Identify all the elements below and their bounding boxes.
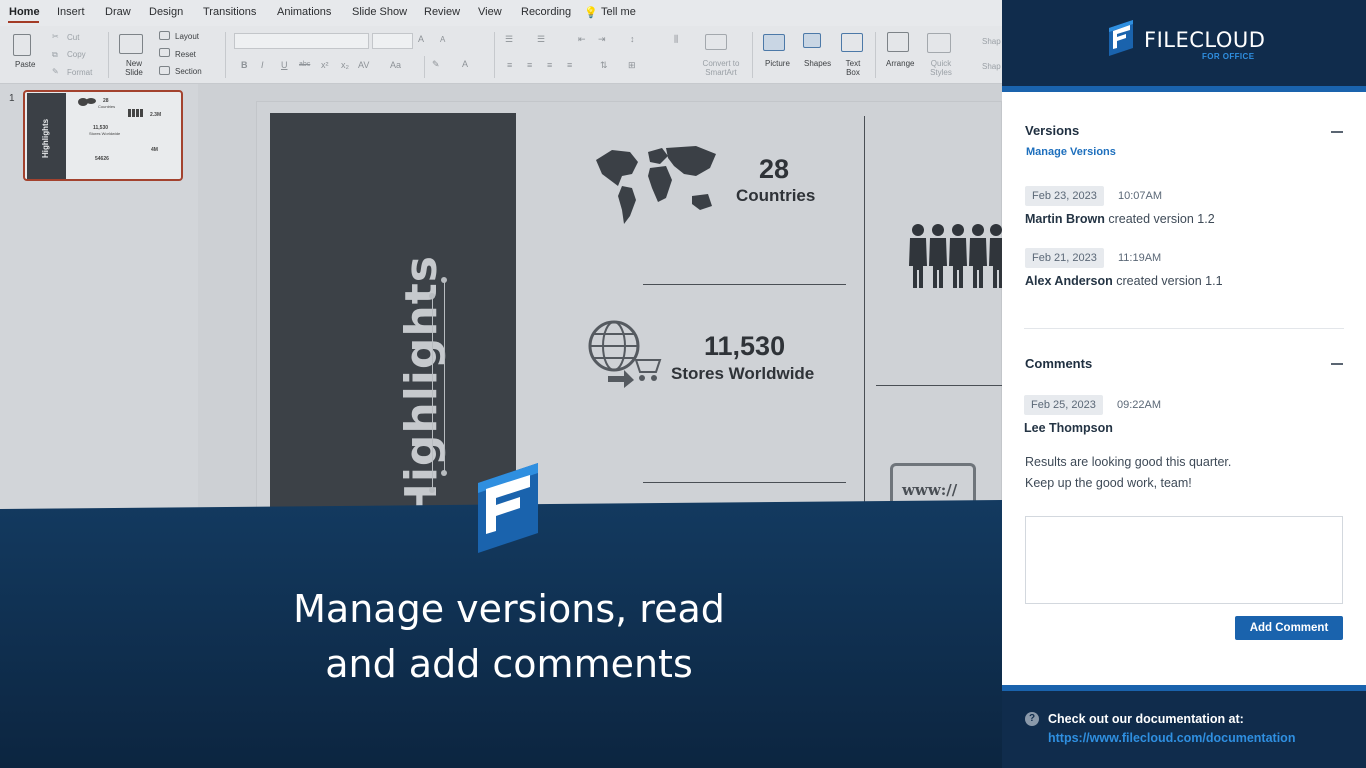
version-action: created version 1.1 (1116, 274, 1223, 288)
filecloud-logo-icon (478, 463, 538, 553)
comment-date-badge: Feb 25, 2023 (1024, 395, 1103, 415)
version-entry: Martin Brown created version 1.2 (1025, 212, 1215, 226)
help-icon: ? (1025, 712, 1039, 726)
version-date-badge: Feb 23, 2023 (1025, 186, 1104, 206)
version-user: Martin Brown (1025, 212, 1105, 226)
comment-input[interactable] (1025, 516, 1343, 604)
promo-line-2: and add comments (325, 642, 693, 686)
documentation-link[interactable]: https://www.filecloud.com/documentation (1048, 731, 1295, 745)
comment-line: Results are looking good this quarter. (1025, 455, 1232, 469)
brand-wordmark: FILECLOUD (1144, 28, 1266, 52)
version-entry: Alex Anderson created version 1.1 (1025, 274, 1223, 288)
documentation-text: Check out our documentation at: (1048, 712, 1244, 726)
comment-user: Lee Thompson (1024, 421, 1113, 435)
panel-footer: ? Check out our documentation at: https:… (1002, 691, 1366, 768)
versions-title: Versions (1025, 123, 1080, 138)
comment-body: Results are looking good this quarter. K… (1025, 452, 1345, 494)
section-divider (1024, 328, 1344, 329)
comments-title: Comments (1025, 356, 1093, 371)
version-time: 10:07AM (1118, 190, 1163, 202)
manage-versions-link[interactable]: Manage Versions (1026, 146, 1116, 158)
promo-line-1: Manage versions, read (293, 587, 725, 631)
version-action: created version 1.2 (1108, 212, 1215, 226)
brand-subtitle: FOR OFFICE (1202, 52, 1255, 61)
add-comment-button[interactable]: Add Comment (1235, 616, 1343, 640)
comments-collapse-icon[interactable] (1331, 363, 1343, 365)
filecloud-logo-icon (1109, 20, 1133, 56)
panel-header: FILECLOUD FOR OFFICE (1002, 0, 1366, 86)
comment-line: Keep up the good work, team! (1025, 476, 1192, 490)
versions-collapse-icon[interactable] (1331, 131, 1343, 133)
filecloud-panel: FILECLOUD FOR OFFICE Versions Manage Ver… (1002, 0, 1366, 768)
comment-time: 09:22AM (1117, 399, 1162, 411)
version-date-badge: Feb 21, 2023 (1025, 248, 1104, 268)
promo-headline: Manage versions, read and add comments (250, 582, 768, 692)
comment-author: Lee Thompson (1024, 421, 1113, 435)
version-time: 11:19AM (1118, 252, 1162, 264)
header-accent-bar (1002, 86, 1366, 92)
version-user: Alex Anderson (1025, 274, 1113, 288)
